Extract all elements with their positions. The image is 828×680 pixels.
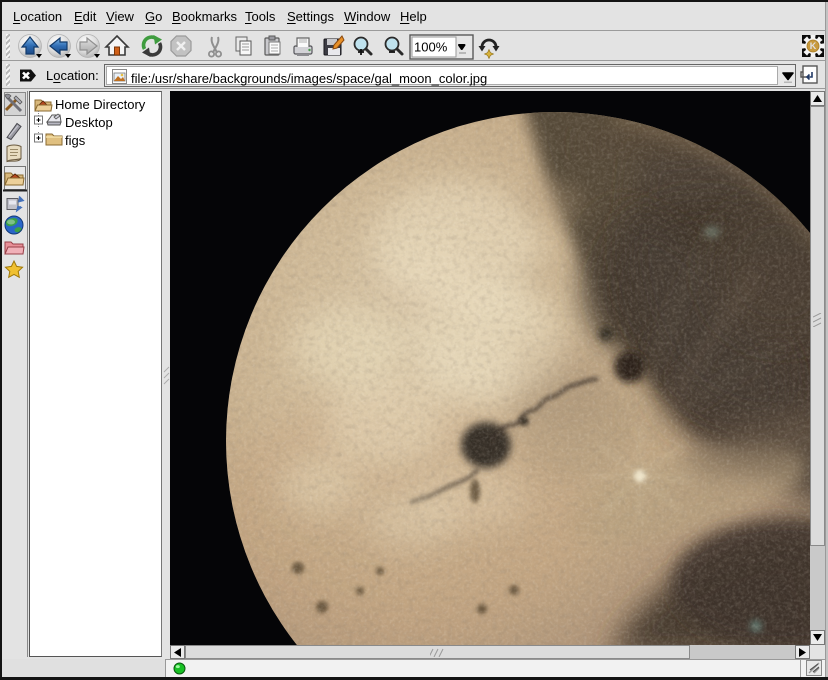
svg-text:K: K xyxy=(810,41,817,51)
svg-text:Home Directory: Home Directory xyxy=(55,97,146,112)
svg-text:figs: figs xyxy=(65,133,86,148)
svg-text:100%: 100% xyxy=(414,40,448,55)
svg-text:Desktop: Desktop xyxy=(65,115,113,130)
